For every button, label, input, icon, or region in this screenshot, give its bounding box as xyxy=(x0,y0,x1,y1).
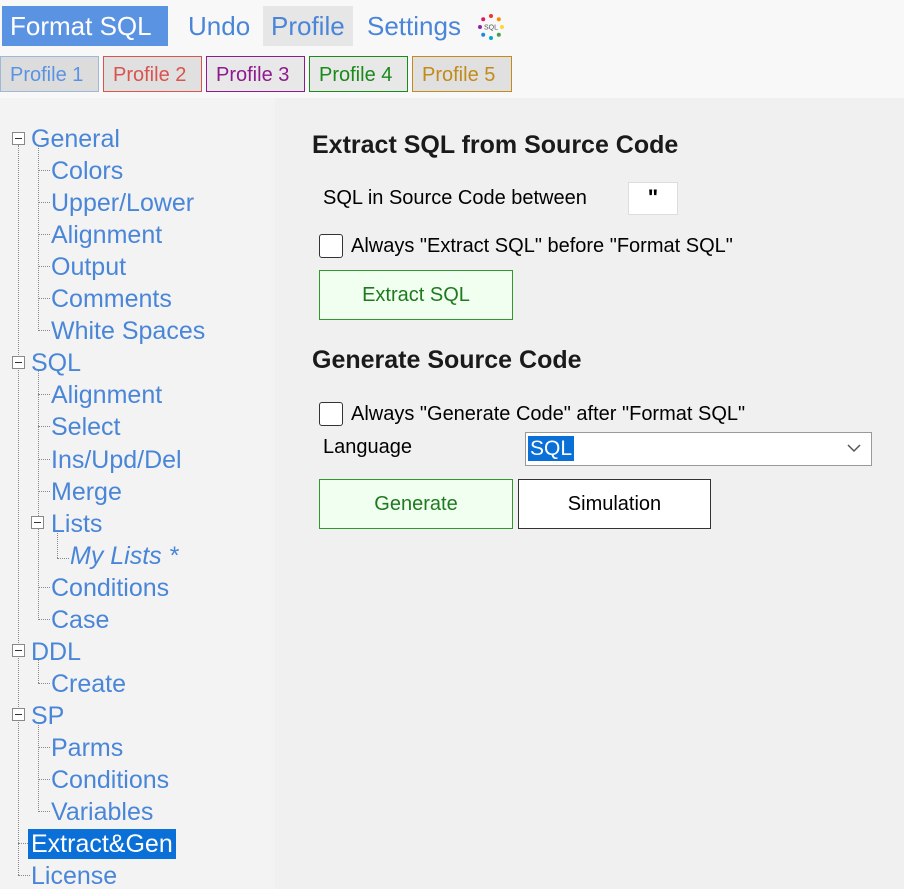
tree-line xyxy=(38,722,39,812)
tree-line xyxy=(38,619,50,620)
tree-item-case[interactable]: Case xyxy=(51,605,109,635)
tree-line xyxy=(18,875,30,876)
tree-item-sp-conditions[interactable]: Conditions xyxy=(51,765,169,795)
profile-5-button[interactable]: Profile 5 xyxy=(412,56,512,92)
tree-line xyxy=(38,234,50,235)
tree-item-conditions[interactable]: Conditions xyxy=(51,573,169,603)
tree-line xyxy=(38,394,50,395)
tree-item-upper-lower[interactable]: Upper/Lower xyxy=(51,188,194,218)
tree-line xyxy=(38,370,39,618)
settings-button[interactable]: Settings xyxy=(359,6,469,46)
collapse-sp-icon[interactable] xyxy=(12,708,25,721)
tree-line xyxy=(38,459,50,460)
tree-line xyxy=(38,202,50,203)
profile-4-button[interactable]: Profile 4 xyxy=(309,56,408,92)
tree-line xyxy=(57,558,69,559)
between-input[interactable]: " xyxy=(628,182,678,215)
tree-line xyxy=(38,747,50,748)
tree-item-ins-upd-del[interactable]: Ins/Upd/Del xyxy=(51,445,182,475)
extract-gen-panel: Extract SQL from Source Code SQL in Sour… xyxy=(275,98,904,889)
tree-line xyxy=(38,266,50,267)
tree-line xyxy=(38,330,50,331)
between-label: SQL in Source Code between xyxy=(323,187,587,209)
tree-item-general[interactable]: General xyxy=(31,124,120,154)
tree-item-parms[interactable]: Parms xyxy=(51,733,123,763)
tree-item-colors[interactable]: Colors xyxy=(51,156,123,186)
simulation-button[interactable]: Simulation xyxy=(518,479,711,529)
extract-heading: Extract SQL from Source Code xyxy=(312,131,679,159)
tree-item-comments[interactable]: Comments xyxy=(51,284,172,314)
tree-item-merge[interactable]: Merge xyxy=(51,477,122,507)
always-extract-checkbox[interactable] xyxy=(319,234,343,258)
language-label: Language xyxy=(323,436,412,458)
settings-tree: General Colors Upper/Lower Alignment Out… xyxy=(0,98,275,889)
collapse-general-icon[interactable] xyxy=(12,132,25,145)
tree-item-sql[interactable]: SQL xyxy=(31,348,81,378)
tree-line xyxy=(38,298,50,299)
tree-item-license[interactable]: License xyxy=(31,861,117,889)
tree-item-select[interactable]: Select xyxy=(51,412,120,442)
tree-item-ddl[interactable]: DDL xyxy=(31,637,81,667)
generate-button[interactable]: Generate xyxy=(319,479,513,529)
tree-line xyxy=(38,426,50,427)
profile-2-button[interactable]: Profile 2 xyxy=(103,56,202,92)
tree-item-my-lists[interactable]: My Lists * xyxy=(70,541,178,571)
chevron-down-icon[interactable] xyxy=(847,441,861,460)
tree-line xyxy=(38,811,50,812)
tree-item-create[interactable]: Create xyxy=(51,669,126,699)
always-generate-checkbox[interactable] xyxy=(319,402,343,426)
collapse-ddl-icon[interactable] xyxy=(12,644,25,657)
profile-3-button[interactable]: Profile 3 xyxy=(206,56,305,92)
tree-item-sp[interactable]: SP xyxy=(31,701,64,731)
undo-button[interactable]: Undo xyxy=(180,6,258,46)
tree-item-extract-gen[interactable]: Extract&Gen xyxy=(28,829,176,859)
toolbar: Format SQL Undo Profile Settings SQL Pro… xyxy=(0,0,904,98)
tree-line xyxy=(38,146,39,329)
tree-line xyxy=(38,491,50,492)
format-sql-button[interactable]: Format SQL xyxy=(2,6,168,46)
extract-sql-button[interactable]: Extract SQL xyxy=(319,270,513,320)
collapse-lists-icon[interactable] xyxy=(31,516,44,529)
profile-1-button[interactable]: Profile 1 xyxy=(0,56,99,92)
language-select[interactable]: SQL xyxy=(525,432,872,466)
tree-item-variables[interactable]: Variables xyxy=(51,797,153,827)
tree-item-lists[interactable]: Lists xyxy=(51,509,102,539)
tree-line xyxy=(18,145,19,875)
generate-heading: Generate Source Code xyxy=(312,346,582,374)
sql-logo-icon[interactable]: SQL xyxy=(476,12,506,42)
tree-line xyxy=(38,170,50,171)
profile-button[interactable]: Profile xyxy=(263,6,353,46)
collapse-sql-icon[interactable] xyxy=(12,356,25,369)
tree-item-alignment[interactable]: Alignment xyxy=(51,220,162,250)
always-extract-label[interactable]: Always "Extract SQL" before "Format SQL" xyxy=(351,235,733,258)
tree-line xyxy=(38,683,50,684)
tree-line xyxy=(38,587,50,588)
tree-item-output[interactable]: Output xyxy=(51,252,126,282)
tree-line xyxy=(18,843,28,844)
tree-item-white-spaces[interactable]: White Spaces xyxy=(51,316,205,346)
tree-line xyxy=(38,779,50,780)
always-generate-label[interactable]: Always "Generate Code" after "Format SQL… xyxy=(351,403,745,426)
logo-text: SQL xyxy=(484,25,498,32)
language-selected-value: SQL xyxy=(528,436,575,461)
tree-item-sql-alignment[interactable]: Alignment xyxy=(51,380,162,410)
